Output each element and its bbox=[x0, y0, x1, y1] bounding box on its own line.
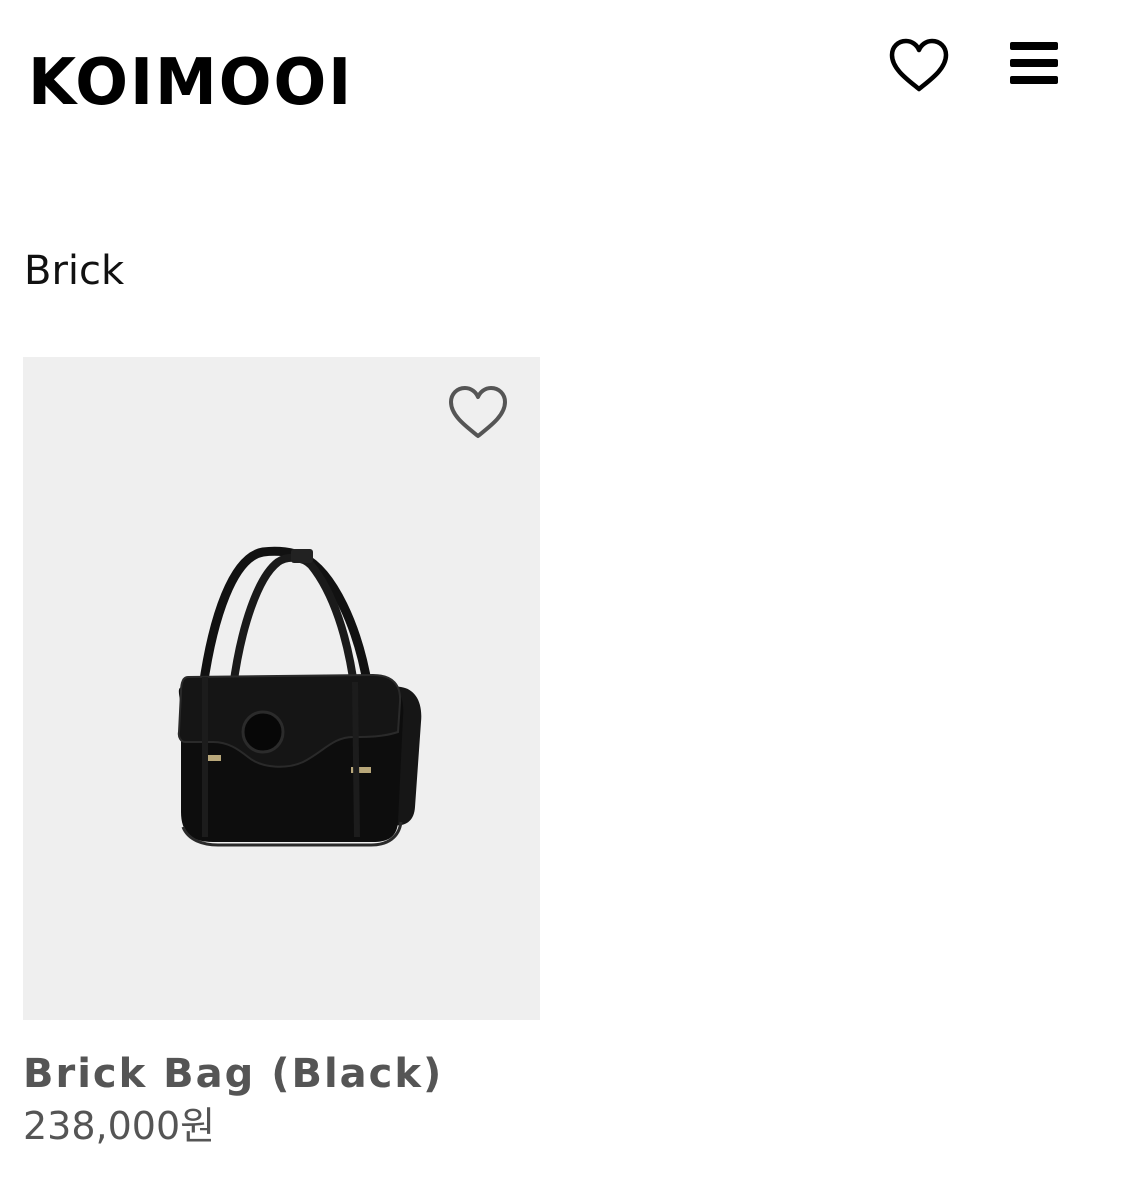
product-wishlist-heart-icon[interactable] bbox=[447, 385, 509, 441]
hamburger-menu-icon[interactable] bbox=[1008, 40, 1060, 86]
menu-bar bbox=[1010, 42, 1058, 50]
menu-bar bbox=[1010, 76, 1058, 84]
category-title: Brick bbox=[24, 248, 125, 294]
product-price: 238,000원 bbox=[23, 1104, 216, 1148]
product-image[interactable] bbox=[23, 357, 540, 1020]
product-name[interactable]: Brick Bag (Black) bbox=[23, 1049, 443, 1099]
product-card[interactable]: Brick Bag (Black) 238,000원 bbox=[23, 357, 540, 1157]
brand-logo[interactable]: KOIMOOI bbox=[28, 48, 353, 118]
menu-bar bbox=[1010, 59, 1058, 67]
bag-image bbox=[177, 546, 422, 847]
wishlist-heart-icon[interactable] bbox=[888, 38, 950, 94]
